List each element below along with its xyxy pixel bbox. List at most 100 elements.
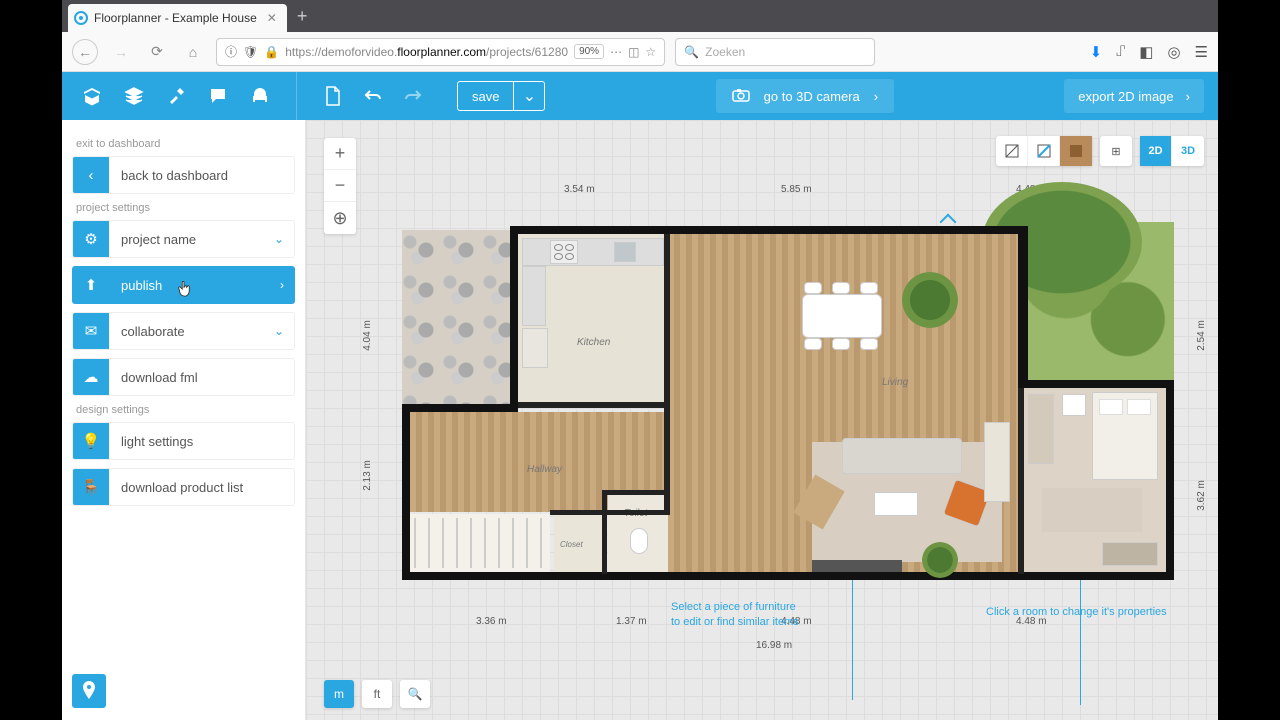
download-product-list-button[interactable]: 🪑 download product list [72, 468, 295, 506]
location-button[interactable] [72, 674, 106, 708]
build-icon[interactable] [82, 86, 102, 106]
layers-icon[interactable] [124, 86, 144, 106]
reload-button[interactable]: ⟳ [144, 39, 170, 65]
back-to-dashboard-button[interactable]: ‹ back to dashboard [72, 156, 295, 194]
shelf[interactable] [984, 422, 1010, 502]
floorplan[interactable]: Kitchen Living Hallway Closet Toilet Bed… [402, 222, 1174, 580]
wall[interactable] [402, 404, 410, 580]
reader-icon[interactable]: ◫ [628, 45, 639, 59]
stove[interactable] [550, 240, 578, 264]
chair[interactable] [860, 338, 878, 350]
unit-m-button[interactable]: m [324, 680, 354, 708]
unit-ft-button[interactable]: ft [362, 680, 392, 708]
wall[interactable] [1018, 226, 1028, 384]
bulb-icon: 💡 [73, 422, 109, 460]
file-icon[interactable] [323, 86, 343, 106]
back-button[interactable]: ← [72, 39, 98, 65]
dining-table[interactable] [802, 294, 882, 338]
magnify-button[interactable]: 🔍 [400, 680, 430, 708]
project-name-button[interactable]: ⚙ project name ⌄ [72, 220, 295, 258]
wall-style-3[interactable] [1060, 136, 1092, 166]
collaborate-button[interactable]: ✉ collaborate ⌄ [72, 312, 295, 350]
zoom-badge[interactable]: 90% [574, 44, 604, 59]
view-2d-button[interactable]: 2D [1140, 136, 1172, 166]
nightstand[interactable] [1062, 394, 1086, 416]
redo-icon[interactable] [403, 86, 423, 106]
plant[interactable] [902, 272, 958, 328]
bed[interactable] [1092, 392, 1158, 480]
toilet-fixture[interactable] [630, 528, 648, 554]
light-settings-button[interactable]: 💡 light settings [72, 422, 295, 460]
save-button-group: save ⌄ [457, 81, 545, 111]
sidebar-icon[interactable]: ◧ [1139, 43, 1153, 61]
url-bar[interactable]: ⓘ 🛡 🔒 https:// demoforvideo. floorplanne… [216, 38, 665, 66]
search-bar[interactable]: 🔍 Zoeken [675, 38, 875, 66]
recenter-button[interactable]: ⊕ [324, 202, 356, 234]
chevron-down-icon: ⌄ [274, 324, 294, 338]
patio[interactable] [402, 230, 512, 405]
counter-side[interactable] [522, 266, 546, 326]
chair[interactable] [832, 282, 850, 294]
furniture-icon[interactable] [250, 86, 270, 106]
star-icon[interactable]: ☆ [645, 45, 656, 59]
wardrobe[interactable] [1028, 394, 1054, 464]
undo-icon[interactable] [363, 86, 383, 106]
section-design: design settings [76, 404, 295, 416]
wall-style-1[interactable] [996, 136, 1028, 166]
go-to-3d-camera-button[interactable]: go to 3D camera › [716, 79, 894, 113]
tv-stand[interactable] [812, 560, 902, 572]
wall[interactable] [602, 490, 670, 495]
download-fml-button[interactable]: ☁ download fml [72, 358, 295, 396]
menu-icon[interactable]: ☰ [1195, 43, 1208, 61]
new-tab-button[interactable]: + [287, 6, 318, 27]
wall[interactable] [1166, 380, 1174, 578]
wall[interactable] [402, 572, 1174, 580]
wall[interactable] [1018, 388, 1024, 574]
account-icon[interactable]: ◎ [1167, 43, 1180, 61]
dresser[interactable] [1102, 542, 1158, 566]
zoom-out-button[interactable]: − [324, 170, 356, 202]
save-button[interactable]: save [458, 82, 514, 110]
publish-button[interactable]: ⬆ publish › [72, 266, 295, 304]
wall-style-2[interactable] [1028, 136, 1060, 166]
sink[interactable] [614, 242, 636, 262]
fridge[interactable] [522, 328, 548, 368]
chair[interactable] [860, 282, 878, 294]
home-button[interactable]: ⌂ [180, 39, 206, 65]
browser-window: Floorplanner - Example House ✕ + ← → ⟳ ⌂… [62, 0, 1218, 720]
close-tab-icon[interactable]: ✕ [267, 11, 277, 25]
chair[interactable] [804, 338, 822, 350]
wall[interactable] [510, 226, 518, 410]
coffee-table[interactable] [874, 492, 918, 516]
chevron-right-icon: › [1186, 89, 1190, 104]
sofa[interactable] [842, 438, 962, 474]
zoom-in-button[interactable]: + [324, 138, 356, 170]
wall[interactable] [402, 404, 518, 412]
plant-small[interactable] [922, 542, 958, 578]
chair[interactable] [832, 338, 850, 350]
info-icon: ⓘ [225, 43, 237, 60]
more-icon[interactable]: ⋯ [610, 45, 622, 59]
floorplan-canvas[interactable]: + − ⊕ ⊞ 2D 3D m [306, 120, 1218, 720]
wall[interactable] [664, 234, 670, 512]
bedroom-rug[interactable] [1042, 488, 1142, 532]
export-2d-button[interactable]: export 2D image › [1064, 79, 1204, 113]
wall[interactable] [602, 490, 607, 574]
downloads-icon[interactable]: ⬇ [1090, 43, 1103, 61]
view-3d-button[interactable]: 3D [1172, 136, 1204, 166]
wall[interactable] [1018, 380, 1174, 388]
save-dropdown[interactable]: ⌄ [514, 82, 544, 110]
library-icon[interactable]: ⑀ [1116, 43, 1125, 61]
forward-button[interactable]: → [108, 39, 134, 65]
browser-tab[interactable]: Floorplanner - Example House ✕ [68, 4, 287, 32]
wall[interactable] [550, 510, 670, 515]
wall[interactable] [518, 402, 668, 408]
tools-icon[interactable] [166, 86, 186, 106]
room-stairs[interactable] [410, 514, 550, 572]
chair[interactable] [804, 282, 822, 294]
cloud-download-icon: ☁ [73, 358, 109, 396]
view-settings-button[interactable]: ⊞ [1100, 136, 1132, 166]
counter[interactable] [522, 238, 664, 266]
comment-icon[interactable] [208, 86, 228, 106]
hint-line [852, 580, 853, 700]
